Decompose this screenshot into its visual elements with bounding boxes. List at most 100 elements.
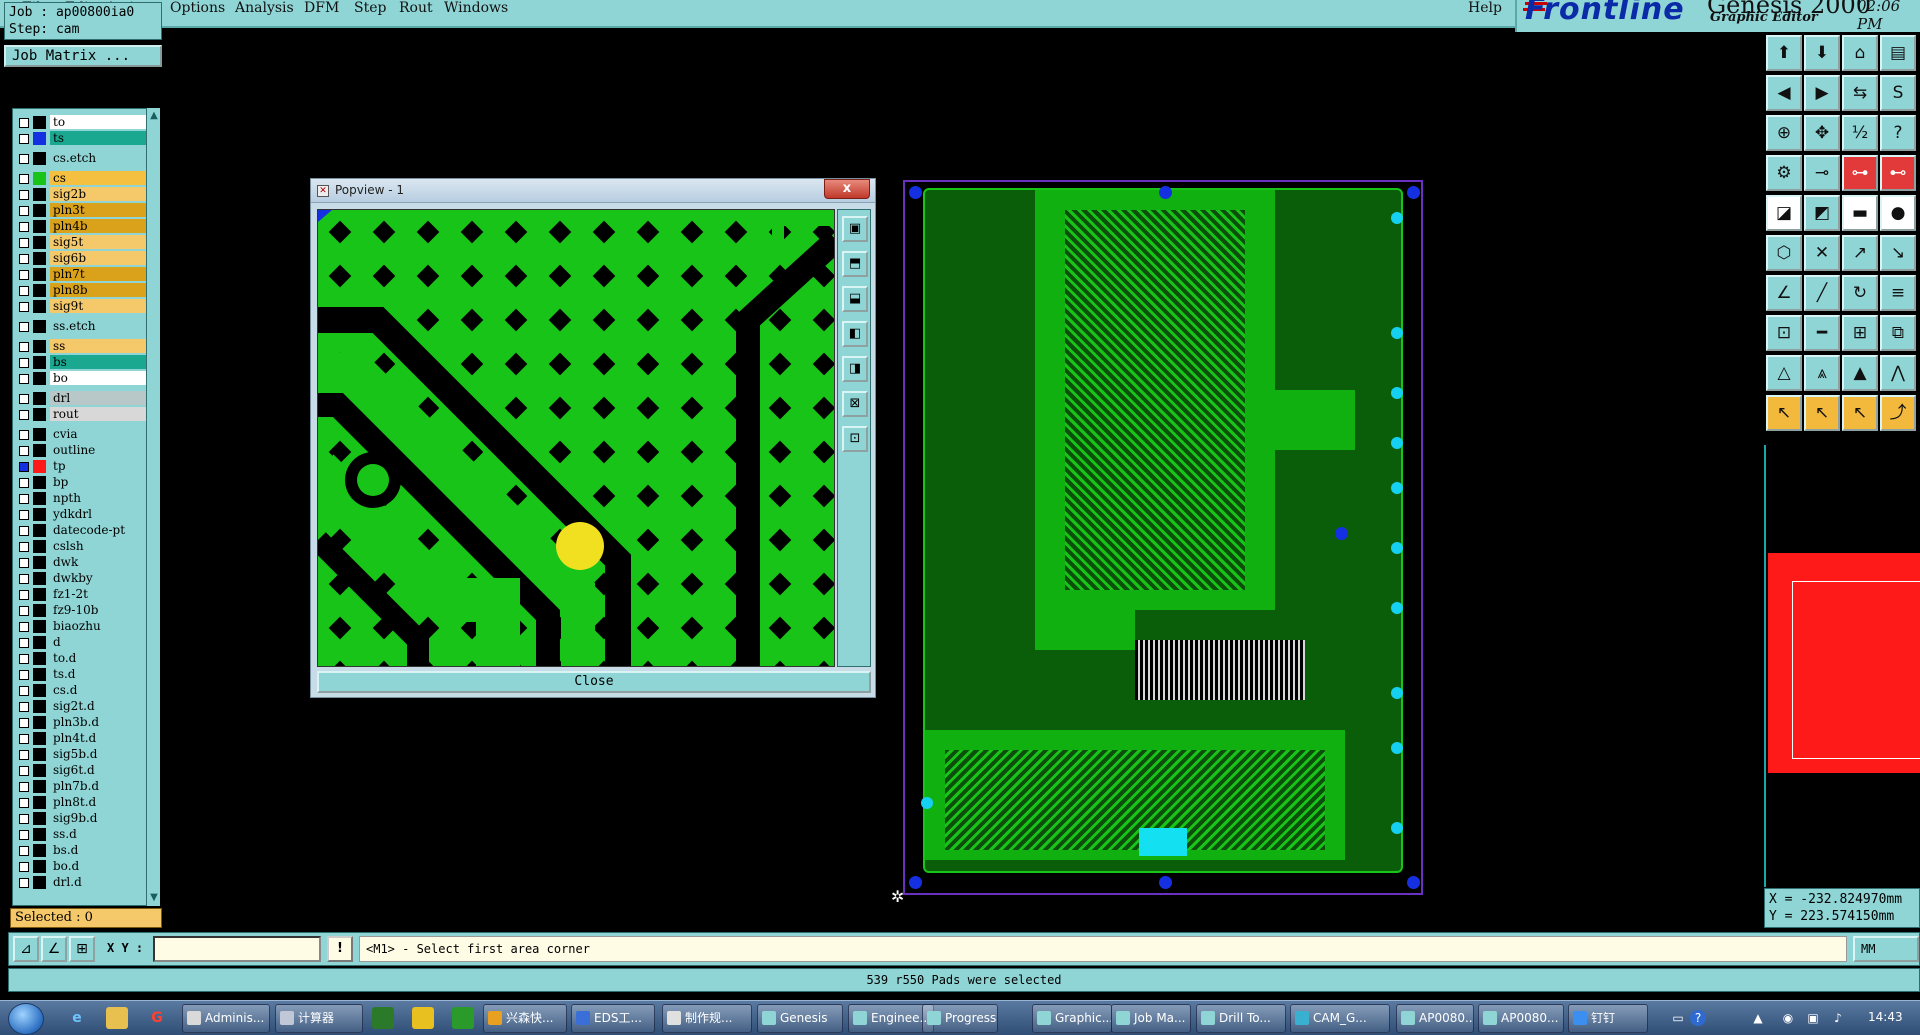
layer-name[interactable]: bo.d [50,859,150,873]
triangle-icon[interactable]: △ [1766,355,1802,391]
zoom-in-icon[interactable]: ⬒ [842,251,868,277]
layer-color-swatch[interactable] [33,408,46,421]
layer-color-swatch[interactable] [33,796,46,809]
taskbar-item[interactable]: 钉钉 [1568,1004,1648,1033]
layer-checkbox[interactable] [19,254,29,264]
folder-icon[interactable] [106,1007,128,1029]
layer-color-swatch[interactable] [33,572,46,585]
layer-checkbox[interactable] [19,654,29,664]
taskbar-item[interactable]: CAM_G... [1290,1004,1390,1033]
layer-color-swatch[interactable] [33,236,46,249]
layer-row[interactable]: pln7t [13,267,151,282]
layer-color-swatch[interactable] [33,428,46,441]
layer-checkbox[interactable] [19,590,29,600]
browser-icon[interactable]: G [146,1007,168,1029]
layer-color-swatch[interactable] [33,780,46,793]
zoom-out-icon[interactable]: ⬓ [842,286,868,312]
delete-icon[interactable]: ✕ [1804,235,1840,271]
home-icon[interactable]: ⌂ [1842,35,1878,71]
layer-row[interactable]: fz1-2t [13,587,151,602]
menu-options[interactable]: Options [170,0,225,16]
taskbar-item[interactable]: Job Ma... [1111,1004,1191,1033]
layer-checkbox[interactable] [19,302,29,312]
connect-icon[interactable]: ⊶ [1842,155,1878,191]
layer-name[interactable]: pln3b.d [50,715,150,729]
mark-icon[interactable]: ▲ [1842,355,1878,391]
layer-checkbox[interactable] [19,574,29,584]
layer-name[interactable]: dwkby [50,571,150,585]
layer-name[interactable]: cvia [50,427,150,441]
layer-color-swatch[interactable] [33,684,46,697]
select-net-pointer-icon[interactable]: ↖ [1842,395,1878,431]
layer-color-swatch[interactable] [33,284,46,297]
layer-checkbox[interactable] [19,782,29,792]
route-select-icon[interactable]: ⤴ [1880,395,1916,431]
layer-row[interactable]: cs.etch [13,151,151,166]
layer-color-swatch[interactable] [33,492,46,505]
layer-name[interactable]: ydkdrl [50,507,150,521]
select-area-icon[interactable]: ↖ [1804,395,1840,431]
layer-color-swatch[interactable] [33,340,46,353]
layer-name[interactable]: sig5b.d [50,747,150,761]
layer-color-swatch[interactable] [33,372,46,385]
layer-color-swatch[interactable] [33,812,46,825]
layer-checkbox[interactable] [19,734,29,744]
layer-checkbox[interactable] [19,134,29,144]
pan-icon[interactable]: ✥ [1804,115,1840,151]
layer-row[interactable]: ts.d [13,667,151,682]
app-icon-calc[interactable] [452,1007,474,1029]
layer-checkbox[interactable] [19,766,29,776]
layer-name[interactable]: outline [50,443,150,457]
add-pad-icon[interactable]: ⊡ [1766,315,1802,351]
layer-color-swatch[interactable] [33,620,46,633]
overview-view-frame[interactable] [1792,581,1920,759]
layer-name[interactable]: ss.etch [50,319,150,333]
layer-color-swatch[interactable] [33,732,46,745]
layer-name[interactable]: tp [50,459,150,473]
start-button[interactable] [8,1003,44,1035]
layer-color-swatch[interactable] [33,356,46,369]
layer-name[interactable]: pln4t.d [50,731,150,745]
command-exclaim-button[interactable]: ! [327,936,353,962]
layer-name[interactable]: pln7t [50,267,150,281]
layer-row[interactable]: pln7b.d [13,779,151,794]
layer-row[interactable]: drl.d [13,875,151,890]
layer-color-swatch[interactable] [33,764,46,777]
layer-name[interactable]: pln8t.d [50,795,150,809]
menu-rout[interactable]: Rout [399,0,433,16]
layer-name[interactable]: bs [50,355,150,369]
taskbar-item[interactable]: Genesis [757,1004,843,1033]
layer-checkbox[interactable] [19,846,29,856]
layer-name[interactable]: sig2b [50,187,150,201]
pan-left-icon[interactable]: ◧ [842,321,868,347]
layer-checkbox[interactable] [19,270,29,280]
ie-icon[interactable]: e [66,1007,88,1029]
duplicate-icon[interactable]: ⧉ [1880,315,1916,351]
layer-name[interactable]: dwk [50,555,150,569]
layer-row[interactable]: sig6t.d [13,763,151,778]
layer-checkbox[interactable] [19,154,29,164]
layer-row[interactable]: pln4t.d [13,731,151,746]
layer-list-scrollbar[interactable]: ▲ ▼ [146,108,160,906]
layer-color-swatch[interactable] [33,876,46,889]
layer-color-swatch[interactable] [33,392,46,405]
layer-row[interactable]: pln4b [13,219,151,234]
layer-row[interactable]: pln8b [13,283,151,298]
layer-name[interactable]: cslsh [50,539,150,553]
peak-icon[interactable]: ⩓ [1804,355,1840,391]
layer-color-swatch[interactable] [33,652,46,665]
job-matrix-button[interactable]: Job Matrix ... [4,45,162,67]
layer-name[interactable]: cs [50,171,150,185]
layer-name[interactable]: drl [50,391,150,405]
layer-name[interactable]: bo [50,371,150,385]
scroll-up-icon[interactable]: ▲ [148,110,160,122]
layer-row[interactable]: bo.d [13,859,151,874]
app-icon-green[interactable] [372,1007,394,1029]
layer-checkbox[interactable] [19,830,29,840]
layer-row[interactable]: pln3b.d [13,715,151,730]
step-back-icon[interactable]: ◀ [1766,75,1802,111]
select-icon[interactable]: ↖ [1766,395,1802,431]
angle-icon[interactable]: ∠ [1766,275,1802,311]
tray-expand-icon[interactable]: ▲ [1750,1010,1766,1026]
snap-mode-icon[interactable]: ⊿ [13,936,39,962]
